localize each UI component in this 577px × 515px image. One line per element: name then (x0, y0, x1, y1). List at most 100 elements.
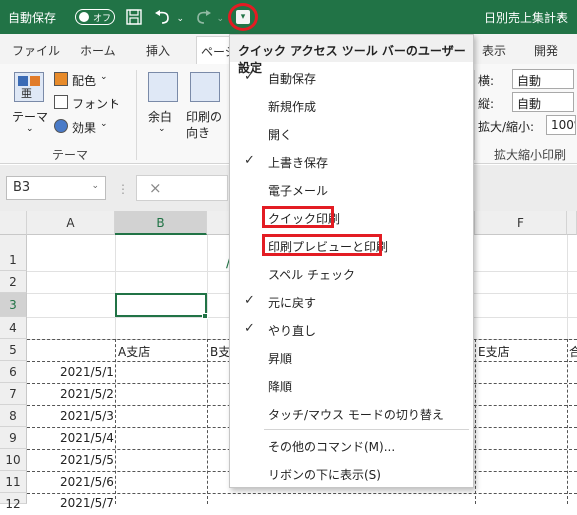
row-header-2[interactable]: 2 (0, 271, 27, 293)
cell-g5[interactable]: 合 (569, 343, 577, 360)
cell-f5[interactable]: E支店 (478, 343, 510, 360)
checkmark-icon: ✓ (244, 293, 255, 308)
cell-a10[interactable]: 2021/5/5 (60, 453, 114, 467)
menu-title: クイック アクセス ツール バーのユーザー設定 (230, 35, 473, 75)
cell-a6[interactable]: 2021/5/1 (60, 365, 114, 379)
highlight-box-quick-print (262, 206, 334, 228)
undo-button[interactable]: ⌄ (154, 7, 184, 27)
color-icon (54, 72, 68, 86)
menu-item-label: 新規作成 (268, 100, 317, 114)
row-header-10[interactable]: 10 (0, 449, 27, 471)
tab-view[interactable]: 表示 (482, 42, 506, 59)
menu-item-label: タッチ/マウス モードの切り替え (268, 408, 444, 422)
title-bar: 自動保存 オフ ⌄ ⌄ ▾ 日別売上集計表 ⌄ (0, 0, 577, 34)
menu-item-sort-descending[interactable]: 降順 (230, 371, 473, 399)
scale-label: 拡大/縮小: (478, 120, 535, 134)
margin-chevron-icon: ⌄ (158, 124, 166, 134)
save-icon (126, 9, 142, 25)
menu-item-label: その他のコマンド(M)... (268, 440, 396, 454)
menu-item-open[interactable]: 開く (230, 119, 473, 147)
cell-a9[interactable]: 2021/5/4 (60, 431, 114, 445)
height-label: 縦: (478, 97, 495, 111)
margin-button[interactable]: 余白 (148, 108, 172, 125)
color-chevron-icon: ⌄ (100, 72, 108, 82)
formula-separator: ⋮ (117, 182, 129, 196)
cell-b5[interactable]: A支店 (118, 343, 150, 360)
menu-item-label: 元に戻す (268, 296, 317, 310)
menu-item-label: 開く (268, 128, 293, 142)
cell-a11[interactable]: 2021/5/6 (60, 475, 114, 489)
menu-item-show-below-ribbon[interactable]: リボンの下に表示(S) (230, 459, 473, 487)
effect-button[interactable]: 効果 (72, 119, 96, 136)
tab-insert[interactable]: 挿入 (146, 42, 170, 59)
redo-button[interactable]: ⌄ (194, 7, 224, 27)
save-button[interactable] (124, 7, 144, 27)
row-header-7[interactable]: 7 (0, 383, 27, 405)
row-header-11[interactable]: 11 (0, 471, 27, 493)
menu-item-sort-ascending[interactable]: 昇順 (230, 343, 473, 371)
title-dropdown-icon[interactable]: ⌄ (557, 9, 565, 20)
menu-item-label: 降順 (268, 380, 293, 394)
width-label: 横: (478, 74, 495, 88)
height-select[interactable]: 自動 (512, 92, 574, 112)
cell-a7[interactable]: 2021/5/2 (60, 387, 114, 401)
theme-button[interactable]: テーマ (12, 108, 48, 125)
menu-item-email[interactable]: 電子メール (230, 175, 473, 203)
name-box[interactable]: B3 ⌄ (6, 176, 106, 200)
group-divider (474, 70, 475, 160)
gridline (115, 235, 116, 339)
row-header-9[interactable]: 9 (0, 427, 27, 449)
color-button[interactable]: 配色 (72, 72, 96, 89)
tab-developer[interactable]: 開発 (534, 42, 558, 59)
fill-handle[interactable] (202, 313, 208, 319)
tab-file[interactable]: ファイル (12, 42, 60, 59)
theme-group-label: テーマ (52, 148, 89, 162)
checkmark-icon: ✓ (244, 153, 255, 168)
width-select[interactable]: 自動 (512, 69, 574, 89)
row-header-3[interactable]: 3 (0, 293, 27, 317)
undo-icon (155, 10, 169, 24)
menu-item-new[interactable]: 新規作成 (230, 91, 473, 119)
menu-item-spell-check[interactable]: スペル チェック (230, 259, 473, 287)
menu-item-touch-mode[interactable]: タッチ/マウス モードの切り替え (230, 399, 473, 427)
row-header-5[interactable]: 5 (0, 339, 27, 361)
highlight-circle (228, 3, 258, 31)
cell-a8[interactable]: 2021/5/3 (60, 409, 114, 423)
name-box-value: B3 (13, 180, 31, 195)
row-header-4[interactable]: 4 (0, 317, 27, 339)
menu-item-undo[interactable]: ✓ 元に戻す (230, 287, 473, 315)
menu-item-more-commands[interactable]: その他のコマンド(M)... (230, 431, 473, 459)
menu-item-label: 自動保存 (268, 72, 317, 86)
cancel-icon[interactable]: × (149, 179, 162, 197)
select-all-corner[interactable] (0, 211, 27, 235)
row-header-1[interactable]: 1 (0, 235, 27, 271)
column-header-g[interactable] (567, 211, 577, 235)
checkmark-icon: ✓ (244, 69, 255, 84)
column-header-b[interactable]: B (115, 211, 207, 235)
tab-home[interactable]: ホーム (80, 42, 116, 59)
gridline (567, 235, 568, 339)
autosave-label: 自動保存 (8, 11, 57, 25)
menu-item-autosave[interactable]: ✓ 自動保存 (230, 63, 473, 91)
scale-input[interactable]: 100% (546, 115, 576, 135)
orientation-button[interactable]: 印刷の (186, 108, 222, 125)
column-header-a[interactable]: A (27, 211, 115, 235)
cell-a12[interactable]: 2021/5/7 (60, 496, 114, 510)
menu-item-redo[interactable]: ✓ やり直し (230, 315, 473, 343)
column-header-f[interactable]: F (475, 211, 567, 235)
menu-item-save[interactable]: ✓ 上書き保存 (230, 147, 473, 175)
menu-item-label: リボンの下に表示(S) (268, 468, 381, 482)
selected-cell-b3[interactable] (115, 293, 207, 317)
autosave-toggle[interactable]: オフ (75, 9, 115, 25)
name-box-chevron-icon[interactable]: ⌄ (91, 181, 99, 191)
row-header-6[interactable]: 6 (0, 361, 27, 383)
theme-icon: 亜 (14, 72, 44, 102)
effect-icon (54, 119, 68, 133)
row-header-8[interactable]: 8 (0, 405, 27, 427)
autosave-toggle-state: オフ (93, 14, 112, 24)
redo-icon (197, 10, 211, 24)
menu-item-label: 電子メール (268, 184, 329, 198)
cell-c5[interactable]: B支 (210, 343, 230, 360)
row-header-12[interactable]: 12 (0, 493, 27, 511)
toggle-knob (79, 12, 89, 22)
